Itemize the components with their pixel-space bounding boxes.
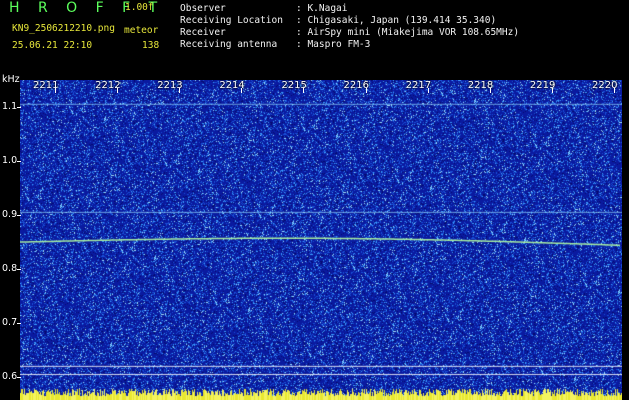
mode-label: meteor bbox=[124, 25, 159, 36]
y-tick-mark bbox=[17, 269, 21, 271]
x-tick-mark bbox=[179, 88, 181, 93]
x-tick-mark bbox=[614, 88, 615, 93]
y-tick-label: 0.6 bbox=[2, 371, 18, 383]
y-axis-unit-label: kHz bbox=[2, 74, 20, 85]
y-tick-label: 0.7 bbox=[2, 317, 18, 329]
field-receiver-label: Receiver bbox=[180, 27, 226, 38]
field-receiver-value: : AirSpy mini (Miakejima VOR 108.65MHz) bbox=[296, 27, 520, 38]
y-tick-label: 0.9 bbox=[2, 209, 18, 221]
y-tick-label: 0.8 bbox=[2, 263, 18, 275]
spectrogram-plot bbox=[20, 80, 622, 400]
x-tick-mark bbox=[55, 88, 56, 93]
datetime-label: 25.06.21 22:10 bbox=[12, 40, 93, 51]
y-tick-mark bbox=[17, 215, 21, 217]
y-tick-mark bbox=[17, 323, 21, 325]
y-tick-mark bbox=[17, 107, 21, 109]
y-tick-label: 1.0 bbox=[2, 155, 18, 167]
field-observer-label: Observer bbox=[180, 3, 226, 14]
field-observer-value: : K.Nagai bbox=[296, 3, 348, 14]
y-tick-label: 1.1 bbox=[2, 101, 18, 113]
x-tick-mark bbox=[365, 88, 367, 93]
x-tick-mark bbox=[551, 88, 553, 93]
filename-label: KN9_2506212210.png bbox=[12, 23, 115, 34]
field-antenna-label: Receiving antenna bbox=[180, 39, 278, 50]
x-tick-mark bbox=[241, 88, 243, 93]
field-antenna-value: : Maspro FM-3 bbox=[296, 39, 371, 50]
field-location-value: : Chigasaki, Japan (139.414 35.340) bbox=[296, 15, 497, 26]
x-tick-mark bbox=[303, 88, 305, 93]
x-tick-mark bbox=[427, 88, 429, 93]
count-label: 138 bbox=[142, 40, 160, 51]
x-tick-mark bbox=[489, 88, 491, 93]
y-tick-mark bbox=[17, 377, 21, 379]
version-label: 1.00f bbox=[125, 2, 154, 13]
y-tick-mark bbox=[17, 161, 21, 163]
x-tick-mark bbox=[117, 88, 119, 93]
field-location-label: Receiving Location bbox=[180, 15, 283, 26]
